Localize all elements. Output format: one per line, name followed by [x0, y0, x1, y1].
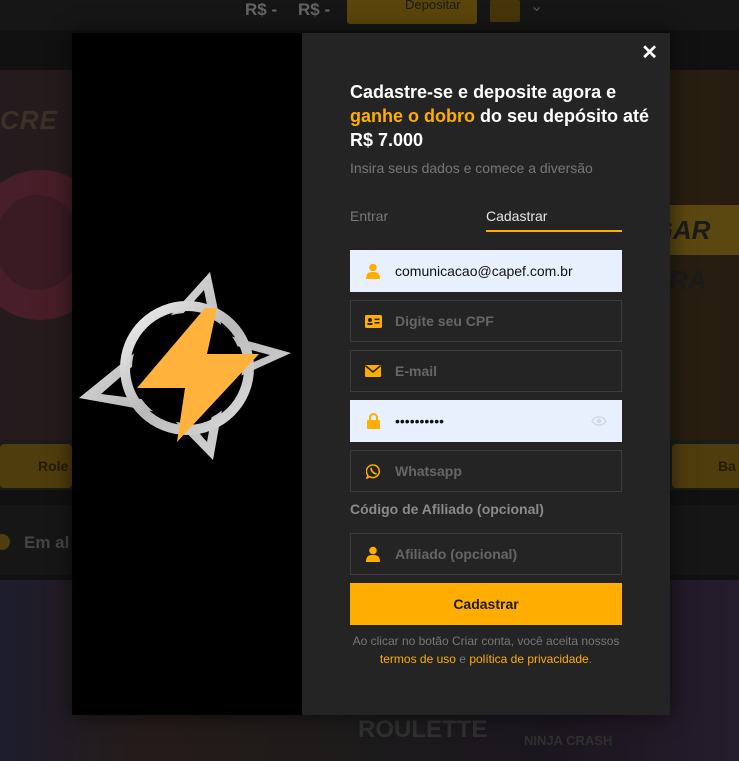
modal-logo-panel — [72, 33, 302, 715]
terms-and: e — [455, 652, 470, 666]
affiliate-field[interactable]: Afiliado (opcional) — [350, 533, 622, 575]
terms-text: Ao clicar no botão Criar conta, você ace… — [350, 632, 622, 668]
tab-login[interactable]: Entrar — [350, 208, 388, 224]
terms-suffix: . — [588, 652, 593, 666]
username-field[interactable]: comunicacao@capef.com.br — [350, 250, 622, 292]
title-text: Cadastre-se e deposite agora e — [350, 82, 617, 102]
eye-icon[interactable] — [591, 414, 607, 432]
affiliate-placeholder: Afiliado (opcional) — [395, 546, 518, 562]
cpf-field[interactable]: Digite seu CPF — [350, 300, 622, 342]
title-highlight: ganhe o dobro — [350, 106, 475, 126]
whatsapp-field[interactable]: Whatsapp — [350, 450, 622, 492]
whatsapp-placeholder: Whatsapp — [395, 463, 462, 479]
terms-of-use-link[interactable]: termos de uso — [380, 652, 456, 666]
user-icon — [351, 263, 395, 279]
lock-icon — [351, 413, 395, 429]
tab-register[interactable]: Cadastrar — [486, 208, 547, 224]
signup-form-panel: ✕ Cadastre-se e deposite agora e ganhe o… — [302, 33, 670, 715]
modal-subtitle: Insira seus dados e comece a diversão — [350, 160, 593, 176]
password-field[interactable]: •••••••••• — [350, 400, 622, 442]
close-icon[interactable]: ✕ — [641, 43, 658, 63]
privacy-policy-link[interactable]: política de privacidade — [469, 652, 588, 666]
cpf-placeholder: Digite seu CPF — [395, 313, 494, 329]
email-placeholder: E-mail — [395, 363, 438, 379]
user-icon — [351, 546, 395, 562]
modal-title: Cadastre-se e deposite agora e ganhe o d… — [350, 80, 650, 152]
brand-logo-icon — [79, 272, 291, 460]
affiliate-label: Código de Afiliado (opcional) — [350, 501, 544, 517]
password-value: •••••••••• — [395, 413, 445, 429]
id-card-icon — [351, 314, 395, 328]
signup-modal: ✕ Cadastre-se e deposite agora e ganhe o… — [72, 33, 670, 715]
username-value: comunicacao@capef.com.br — [395, 263, 573, 279]
envelope-icon — [351, 365, 395, 377]
email-field[interactable]: E-mail — [350, 350, 622, 392]
register-button[interactable]: Cadastrar — [350, 583, 622, 625]
active-tab-indicator — [486, 230, 622, 232]
terms-prefix: Ao clicar no botão Criar conta, você ace… — [352, 634, 620, 648]
whatsapp-icon — [351, 463, 395, 479]
